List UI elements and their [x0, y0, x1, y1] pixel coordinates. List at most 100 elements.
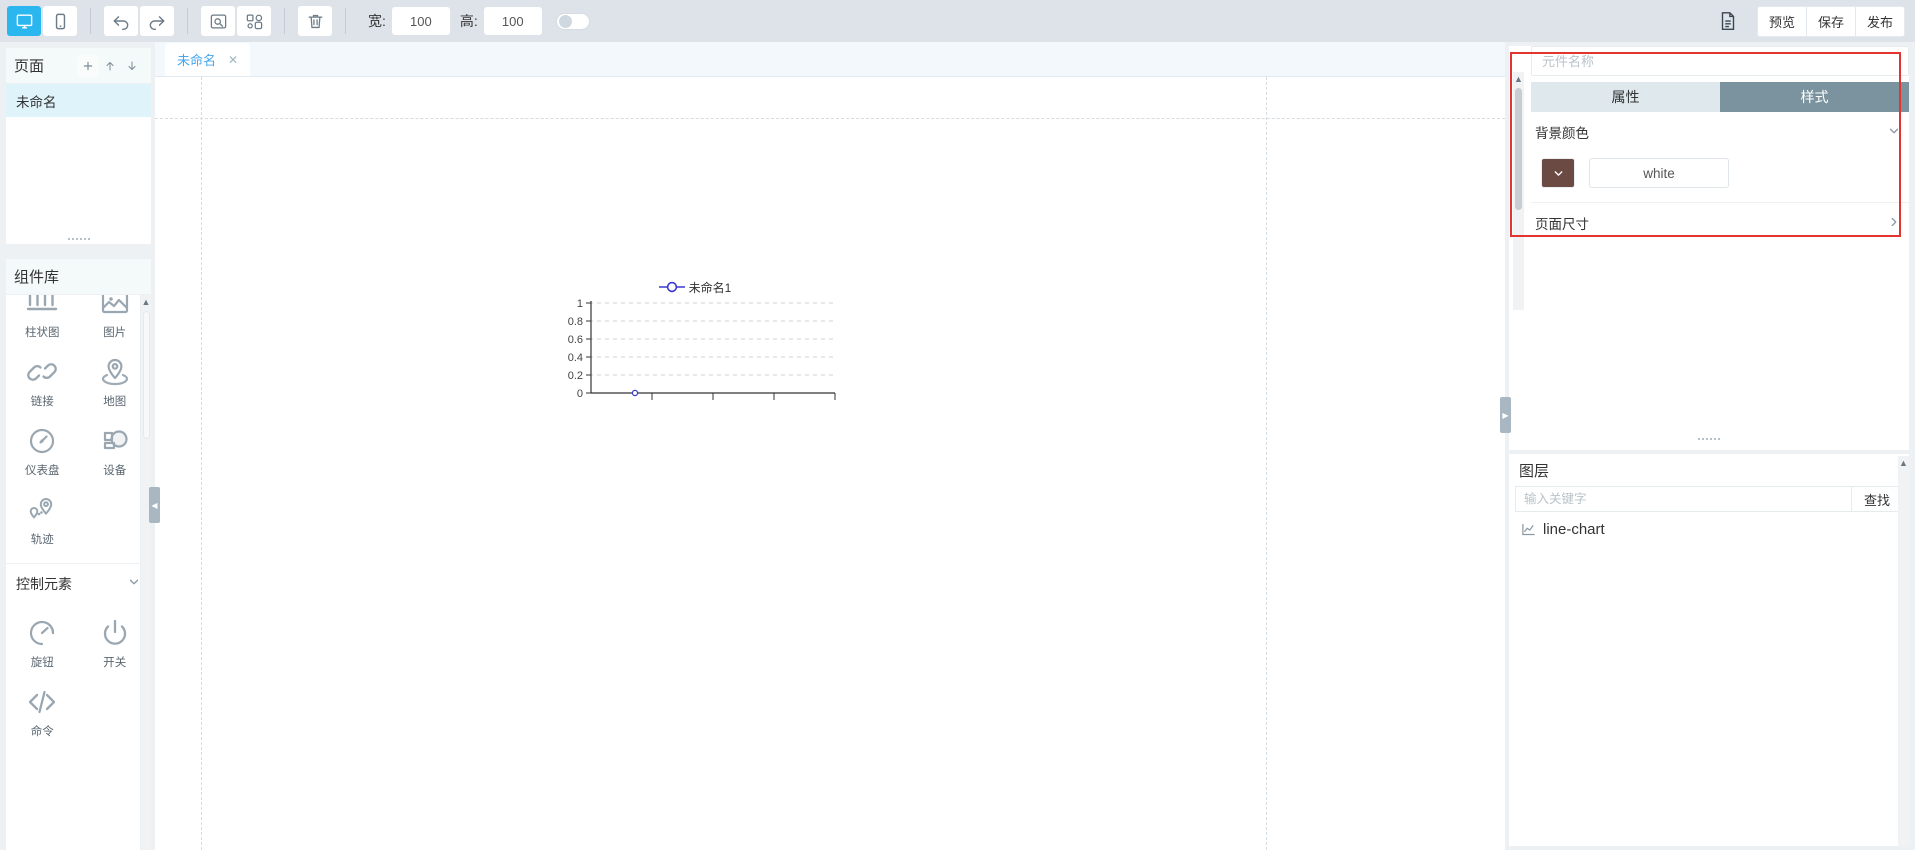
chart-data-point [631, 389, 639, 397]
legend-label: 未命名1 [688, 280, 732, 295]
line-chart-widget[interactable]: 未命名1 1 0.8 0.6 0.4 0.2 0 [545, 277, 845, 417]
save-button[interactable]: 保存 [1807, 6, 1856, 36]
toolbar-divider [284, 8, 285, 34]
library-scrollbar-thumb[interactable] [143, 311, 150, 439]
y-tick-04: 0.4 [568, 352, 583, 364]
add-page-button[interactable] [77, 54, 99, 77]
chevron-down-icon [1554, 170, 1562, 176]
library-item-label: 旋钮 [30, 657, 54, 669]
properties-scrollbar-thumb[interactable] [1515, 88, 1522, 210]
track-icon [25, 493, 59, 527]
y-tick-06: 0.6 [568, 334, 583, 346]
properties-tabs: 属性 样式 [1531, 82, 1909, 112]
page-size-label: 页面尺寸 [1535, 217, 1589, 232]
design-stage[interactable]: 未命名1 1 0.8 0.6 0.4 0.2 0 [155, 77, 1505, 850]
width-input[interactable] [391, 7, 450, 35]
control-elements-section-header[interactable]: 控制元素 [6, 563, 151, 603]
layers-panel-header: 图层 [1509, 454, 1909, 486]
library-control-grid: 旋钮 开关 命令 [6, 603, 151, 755]
library-item-label: 图片 [103, 327, 127, 339]
library-item-label: 链接 [30, 396, 54, 408]
library-item-link[interactable]: 链接 [6, 346, 79, 415]
chart-plot: 1 0.8 0.6 0.4 0.2 0 [568, 298, 836, 400]
component-library-panel: 组件库 柱状图 图片 链接 地图 仪表盘 设备 轨迹 控制元素 旋钮 开关 命令… [6, 259, 151, 850]
y-tick-02: 0.2 [568, 370, 583, 382]
close-icon[interactable]: ✕ [228, 53, 238, 67]
redo-button[interactable] [140, 6, 174, 36]
library-item-track[interactable]: 轨迹 [6, 484, 79, 553]
toolbar-divider [90, 8, 91, 34]
canvas-tabbar: 未命名 ✕ [155, 42, 1505, 77]
scroll-up-icon[interactable]: ▲ [1513, 72, 1524, 86]
library-item-label: 设备 [103, 465, 127, 477]
document-button[interactable] [1717, 10, 1739, 32]
app-root: 宽: 高: 预览 保存 发布 页面 [0, 0, 1915, 850]
library-item-label: 轨迹 [30, 534, 54, 546]
lock-toggle[interactable] [555, 12, 590, 30]
group-button[interactable] [201, 6, 235, 36]
chevron-right-icon [1887, 215, 1901, 232]
layers-search-input[interactable] [1515, 486, 1851, 512]
knob-icon [26, 616, 58, 650]
arrow-up-icon [106, 61, 114, 70]
ungroup-button[interactable] [237, 6, 271, 36]
history-group [97, 6, 181, 36]
page-size-section-header[interactable]: 页面尺寸 [1531, 203, 1909, 243]
properties-panel-resizer[interactable] [1509, 432, 1909, 446]
y-tick-0: 0 [577, 388, 583, 400]
left-panel-collapse-handle[interactable]: ◀ [149, 487, 160, 523]
element-name-input[interactable] [1531, 46, 1909, 76]
tab-style[interactable]: 样式 [1720, 82, 1909, 112]
layers-panel: 图层 查找 line-chart ▲ [1509, 454, 1909, 846]
library-item-command[interactable]: 命令 [6, 676, 79, 745]
move-page-down-button[interactable] [121, 55, 143, 77]
layers-scrollbar[interactable]: ▲ [1898, 456, 1909, 846]
color-swatch-button[interactable] [1541, 158, 1575, 188]
library-item-knob[interactable]: 旋钮 [6, 607, 79, 676]
layer-list-item[interactable]: line-chart [1509, 512, 1909, 547]
move-page-up-button[interactable] [99, 55, 121, 77]
arrow-down-icon [128, 61, 136, 70]
background-color-section-header[interactable]: 背景颜色 [1531, 112, 1909, 152]
publish-button[interactable]: 发布 [1856, 7, 1904, 36]
toolbar-right-group: 预览 保存 发布 [1717, 5, 1915, 37]
library-scrollbar[interactable]: ▲ [140, 295, 151, 850]
y-tick-08: 0.8 [568, 316, 583, 328]
scroll-up-icon[interactable]: ▲ [141, 295, 151, 309]
map-pin-icon [99, 355, 131, 389]
library-item-label: 开关 [103, 657, 127, 669]
legend-line-icon [658, 281, 685, 293]
gauge-icon [26, 424, 58, 458]
preview-button[interactable]: 预览 [1758, 6, 1807, 36]
mobile-view-button[interactable] [43, 6, 77, 36]
height-input[interactable] [483, 7, 542, 35]
layers-search-row: 查找 [1509, 486, 1909, 512]
library-chart-grid: 柱状图 图片 链接 地图 仪表盘 设备 轨迹 [6, 295, 151, 563]
color-controls-row: white [1535, 158, 1905, 188]
right-sidebar: ▲ 属性 样式 背景颜色 [1505, 42, 1915, 850]
undo-button[interactable] [104, 6, 138, 36]
library-item-gauge[interactable]: 仪表盘 [6, 415, 79, 484]
desktop-view-button[interactable] [7, 6, 41, 36]
library-item-label: 命令 [30, 726, 54, 738]
pages-panel-resizer[interactable] [6, 233, 151, 244]
legend-marker [658, 281, 685, 293]
color-value-field[interactable]: white [1589, 158, 1729, 188]
toolbar-divider [187, 8, 188, 34]
library-item-label: 仪表盘 [25, 465, 60, 477]
page-list-item[interactable]: 未命名 [6, 84, 151, 117]
document-icon [1721, 12, 1735, 30]
power-icon [99, 616, 131, 650]
background-color-body: white [1531, 152, 1909, 203]
publish-actions: 预览 保存 发布 [1756, 5, 1905, 37]
library-item-bar-chart[interactable]: 柱状图 [6, 295, 79, 346]
layers-find-button[interactable]: 查找 [1851, 486, 1903, 512]
canvas-tab[interactable]: 未命名 ✕ [165, 43, 251, 76]
delete-group [291, 6, 339, 36]
scroll-up-icon[interactable]: ▲ [1898, 456, 1909, 470]
width-label: 宽: [368, 13, 386, 29]
tab-attributes[interactable]: 属性 [1531, 82, 1720, 112]
delete-button[interactable] [298, 6, 332, 36]
properties-scrollbar[interactable]: ▲ [1513, 72, 1524, 310]
right-panel-collapse-handle[interactable]: ▶ [1500, 397, 1511, 433]
